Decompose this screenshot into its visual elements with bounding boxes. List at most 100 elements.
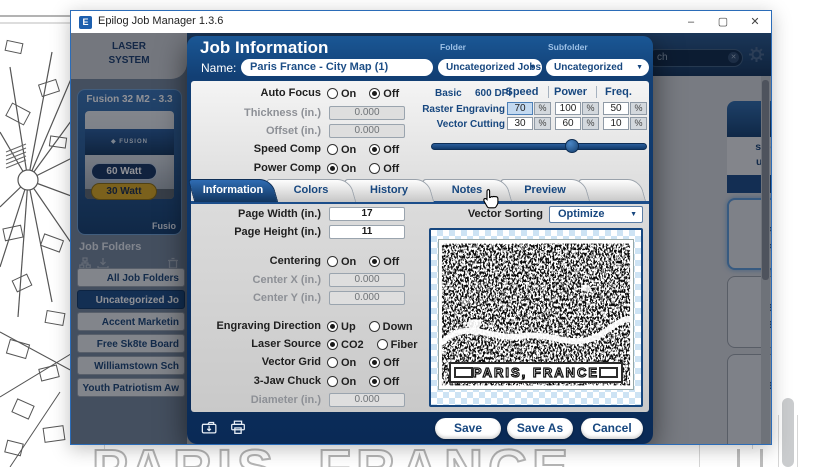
center-x-input[interactable]: 0.000 bbox=[329, 273, 405, 287]
save-button[interactable]: Save bbox=[435, 418, 501, 439]
vector-freq-input[interactable]: 10 bbox=[603, 117, 629, 130]
freq-column-header: Freq. bbox=[596, 86, 640, 98]
power-comp-off-radio[interactable]: Off bbox=[369, 163, 399, 175]
laser-co2-radio[interactable]: CO2 bbox=[327, 339, 364, 351]
tab-label: Information bbox=[191, 179, 275, 202]
vector-grid-on-radio[interactable]: On bbox=[327, 357, 356, 369]
close-button[interactable]: ✕ bbox=[739, 11, 771, 33]
auto-focus-off-radio[interactable]: Off bbox=[369, 88, 399, 100]
minimize-button[interactable]: – bbox=[675, 11, 707, 33]
save-as-button[interactable]: Save As bbox=[507, 418, 573, 439]
preview-caption-banner: PARIS, FRANCE bbox=[449, 362, 623, 383]
vector-sorting-value: Optimize bbox=[558, 208, 604, 220]
diameter-label: Diameter (in.) bbox=[203, 393, 321, 408]
centering-label: Centering bbox=[203, 254, 321, 269]
radio-label: Off bbox=[383, 88, 399, 100]
page-width-label: Page Width (in.) bbox=[203, 207, 321, 222]
job-information-dialog: Job Information Folder Subfolder Name: P… bbox=[187, 36, 653, 444]
background-line bbox=[778, 415, 779, 467]
centering-off-radio[interactable]: Off bbox=[369, 256, 399, 268]
radio-label: Fiber bbox=[391, 339, 418, 351]
folder-value: Uncategorized Jobs bbox=[446, 62, 541, 73]
speed-column-header: Speed bbox=[500, 86, 544, 98]
radio-label: On bbox=[341, 376, 356, 388]
vector-grid-label: Vector Grid bbox=[203, 355, 321, 370]
print-icon[interactable] bbox=[229, 420, 247, 435]
basic-label: Basic bbox=[435, 88, 473, 99]
power-comp-on-radio[interactable]: On bbox=[327, 163, 356, 175]
background-map-art bbox=[0, 12, 74, 467]
chevron-down-icon: ▼ bbox=[630, 207, 637, 222]
jaw-chuck-label: 3-Jaw Chuck bbox=[203, 374, 321, 389]
app-window: E Epilog Job Manager 1.3.6 – ▢ ✕ LASER S… bbox=[70, 10, 772, 445]
vector-speed-unit: % bbox=[534, 117, 551, 130]
centering-on-radio[interactable]: On bbox=[327, 256, 356, 268]
offset-input[interactable]: 0.000 bbox=[329, 124, 405, 138]
subfolder-dropdown[interactable]: Uncategorized Jobs ▼ bbox=[546, 59, 649, 76]
center-y-input[interactable]: 0.000 bbox=[329, 291, 405, 305]
background-line bbox=[699, 445, 700, 467]
page-width-input[interactable]: 17 bbox=[329, 207, 405, 221]
thickness-input[interactable]: 0.000 bbox=[329, 106, 405, 120]
chevron-down-icon: ▼ bbox=[636, 59, 643, 76]
cancel-button[interactable]: Cancel bbox=[581, 418, 643, 439]
app-icon: E bbox=[79, 16, 92, 29]
tab-history[interactable]: History bbox=[347, 179, 431, 202]
auto-focus-on-radio[interactable]: On bbox=[327, 88, 356, 100]
speed-comp-on-radio[interactable]: On bbox=[327, 144, 356, 156]
banner-end-right bbox=[599, 367, 618, 378]
page-height-input[interactable]: 11 bbox=[329, 225, 405, 239]
export-folder-icon[interactable] bbox=[201, 420, 219, 435]
name-label: Name: bbox=[201, 61, 236, 75]
raster-freq-input[interactable]: 50 bbox=[603, 102, 629, 115]
speed-slider-thumb[interactable] bbox=[565, 139, 579, 153]
raster-power-input[interactable]: 100 bbox=[555, 102, 581, 115]
center-y-label: Center Y (in.) bbox=[203, 291, 321, 306]
tab-preview[interactable]: Preview bbox=[503, 179, 587, 202]
title-bar: E Epilog Job Manager 1.3.6 – ▢ ✕ bbox=[71, 11, 771, 33]
center-x-label: Center X (in.) bbox=[203, 273, 321, 288]
radio-label: Off bbox=[383, 163, 399, 175]
mouse-cursor bbox=[482, 188, 500, 210]
vector-sorting-dropdown[interactable]: Optimize ▼ bbox=[549, 206, 643, 223]
power-column-header: Power bbox=[548, 86, 592, 98]
vector-power-input[interactable]: 60 bbox=[555, 117, 581, 130]
vector-speed-input[interactable]: 30 bbox=[507, 117, 533, 130]
radio-label: CO2 bbox=[341, 339, 364, 351]
power-comp-label: Power Comp bbox=[203, 161, 321, 176]
job-name-input[interactable]: Paris France - City Map (1) bbox=[241, 59, 433, 76]
diameter-input[interactable]: 0.000 bbox=[329, 393, 405, 407]
job-preview-image: PARIS, FRANCE bbox=[438, 239, 634, 390]
vector-grid-off-radio[interactable]: Off bbox=[369, 357, 399, 369]
folder-label: Folder bbox=[440, 42, 466, 52]
tab-blank bbox=[581, 179, 643, 202]
radio-label: On bbox=[341, 144, 356, 156]
jaw-chuck-off-radio[interactable]: Off bbox=[369, 376, 399, 388]
laser-fiber-radio[interactable]: Fiber bbox=[377, 339, 418, 351]
raster-speed-input[interactable]: 70 bbox=[507, 102, 533, 115]
offset-label: Offset (in.) bbox=[203, 124, 321, 139]
app-area: LASER SYSTEM Fusion 32 M2 - 3.3 ◆ FUSION… bbox=[71, 33, 771, 444]
raster-freq-unit: % bbox=[630, 102, 647, 115]
raster-power-unit: % bbox=[582, 102, 599, 115]
job-preview-frame: PARIS, FRANCE bbox=[429, 228, 643, 407]
raster-engraving-label: Raster Engraving bbox=[421, 104, 505, 115]
folder-dropdown[interactable]: Uncategorized Jobs ▼ bbox=[438, 59, 542, 76]
banner-end-left bbox=[454, 367, 473, 378]
speed-comp-off-radio[interactable]: Off bbox=[369, 144, 399, 156]
vector-freq-unit: % bbox=[630, 117, 647, 130]
power-comp-row: Power Comp On Off bbox=[187, 161, 653, 176]
tab-information[interactable]: Information bbox=[191, 179, 275, 202]
direction-up-radio[interactable]: Up bbox=[327, 321, 356, 333]
preview-caption: PARIS, FRANCE bbox=[473, 365, 599, 380]
direction-down-radio[interactable]: Down bbox=[369, 321, 413, 333]
vector-cutting-label: Vector Cutting bbox=[421, 119, 505, 130]
jaw-chuck-on-radio[interactable]: On bbox=[327, 376, 356, 388]
speed-slider-track[interactable] bbox=[431, 143, 647, 150]
tab-colors[interactable]: Colors bbox=[269, 179, 353, 202]
radio-label: Off bbox=[383, 376, 399, 388]
chevron-down-icon: ▼ bbox=[529, 59, 536, 76]
maximize-button[interactable]: ▢ bbox=[707, 11, 739, 33]
thickness-label: Thickness (in.) bbox=[203, 106, 321, 121]
engraving-direction-label: Engraving Direction bbox=[203, 319, 321, 334]
